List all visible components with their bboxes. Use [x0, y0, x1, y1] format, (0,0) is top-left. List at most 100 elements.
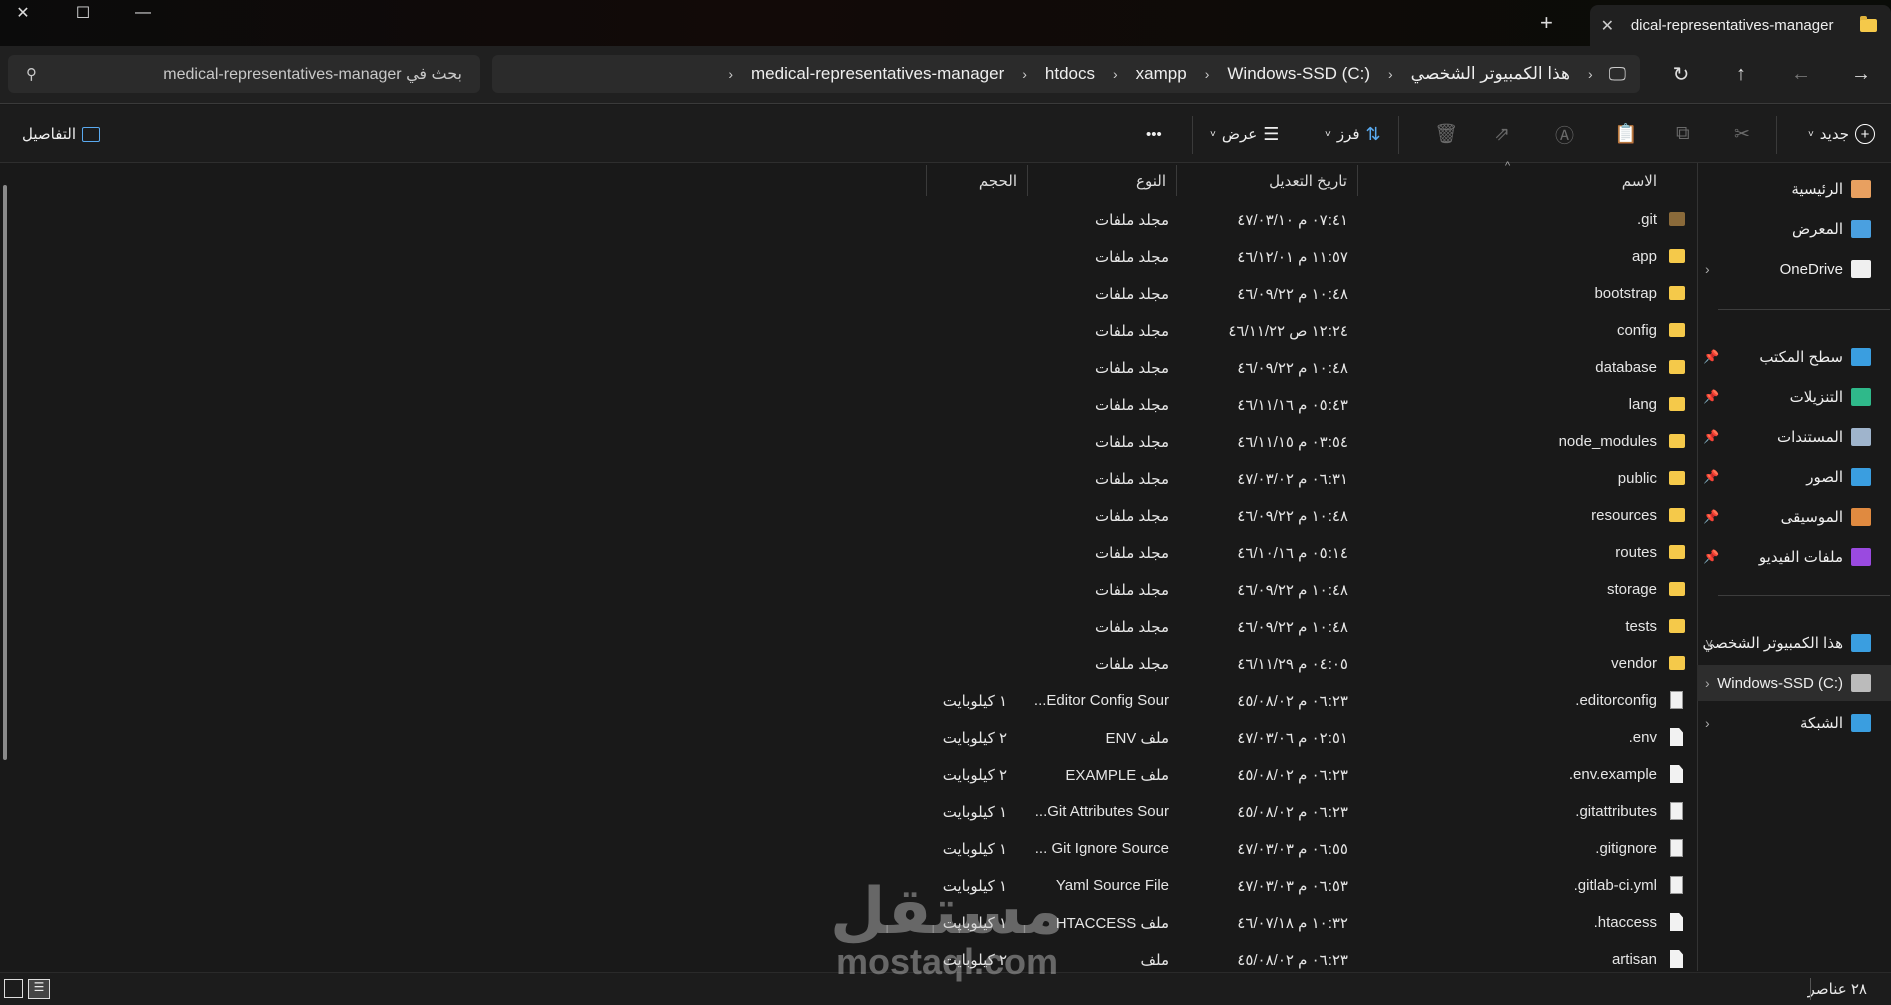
sidebar-item-desktop[interactable]: سطح المكتب 📌	[1697, 339, 1891, 375]
file-row[interactable]: .editorconfig ٠٦:٢٣ م ٤٥/٠٨/٠٢ Editor Co…	[920, 682, 1697, 719]
pin-icon[interactable]: 📌	[1703, 389, 1719, 405]
cut-icon[interactable]: ✂	[1734, 118, 1750, 150]
chevron-icon[interactable]: ‹	[1582, 66, 1599, 82]
close-window-button[interactable]: ✕	[0, 0, 46, 26]
new-tab-button[interactable]: +	[1540, 10, 1553, 36]
chevron-icon[interactable]: ‹	[1107, 66, 1124, 82]
plus-icon: +	[1855, 124, 1875, 144]
chevron-icon[interactable]: ‹	[1199, 66, 1216, 82]
file-date: ١٠:٤٨ م ٤٦/٠٩/٢٢	[1237, 507, 1348, 525]
sort-button[interactable]: ⇅ فرز ˅	[1325, 118, 1381, 150]
breadcrumb-project[interactable]: medical-representatives-manager	[739, 64, 1016, 84]
search-input[interactable]: بحث في medical-representatives-manager ⚲	[8, 55, 480, 93]
view-button[interactable]: ☰ عرض ˅	[1210, 118, 1279, 150]
file-name: storage	[1606, 581, 1657, 598]
folder-icon	[1669, 508, 1685, 522]
chevron-icon[interactable]: ‹	[722, 66, 739, 82]
file-type: Editor Config Sour...	[1033, 692, 1169, 709]
desktop-icon	[1851, 348, 1871, 366]
column-header-date[interactable]: تاريخ التعديل	[1176, 165, 1357, 196]
file-row[interactable]: lang ٠٥:٤٣ م ٤٦/١١/١٦ مجلد ملفات	[920, 386, 1697, 423]
file-row[interactable]: routes ٠٥:١٤ م ٤٦/١٠/١٦ مجلد ملفات	[920, 534, 1697, 571]
file-row[interactable]: .git ٠٧:٤١ م ٤٧/٠٣/١٠ مجلد ملفات	[920, 201, 1697, 238]
sidebar-item-drive[interactable]: Windows-SSD (C:) ‹	[1697, 665, 1891, 701]
chevron-icon[interactable]: ˅	[1705, 635, 1713, 651]
sidebar-item-music[interactable]: الموسيقى 📌	[1697, 499, 1891, 535]
file-date: ٠٦:٣١ م ٤٧/٠٣/٠٢	[1237, 470, 1348, 488]
pin-icon[interactable]: 📌	[1703, 509, 1719, 525]
list-view-toggle[interactable]: ☰	[28, 979, 50, 999]
sidebar-item-documents[interactable]: المستندات 📌	[1697, 419, 1891, 455]
sidebar-item-gallery[interactable]: المعرض	[1697, 211, 1891, 247]
sidebar-item-pictures[interactable]: الصور 📌	[1697, 459, 1891, 495]
breadcrumb-htdocs[interactable]: htdocs	[1033, 64, 1107, 84]
breadcrumb-xampp[interactable]: xampp	[1124, 64, 1199, 84]
file-date: ١٠:٤٨ م ٤٦/٠٩/٢٢	[1237, 581, 1348, 599]
delete-icon[interactable]: 🗑	[1434, 118, 1458, 150]
more-button[interactable]: •••	[1146, 118, 1162, 150]
sidebar-item-network[interactable]: الشبكة ‹	[1697, 705, 1891, 741]
chevron-icon[interactable]: ‹	[1705, 675, 1710, 691]
file-name: routes	[1615, 544, 1657, 561]
chevron-icon[interactable]: ‹	[1382, 66, 1399, 82]
copy-icon[interactable]: ⧉	[1676, 118, 1690, 150]
file-type: مجلد ملفات	[1094, 322, 1169, 340]
back-button[interactable]: →	[1843, 58, 1879, 90]
file-row[interactable]: resources ١٠:٤٨ م ٤٦/٠٩/٢٢ مجلد ملفات	[920, 497, 1697, 534]
file-date: ١٠:٤٨ م ٤٦/٠٩/٢٢	[1237, 618, 1348, 636]
file-row[interactable]: tests ١٠:٤٨ م ٤٦/٠٩/٢٢ مجلد ملفات	[920, 608, 1697, 645]
pin-icon[interactable]: 📌	[1703, 549, 1719, 565]
file-row[interactable]: public ٠٦:٣١ م ٤٧/٠٣/٠٢ مجلد ملفات	[920, 460, 1697, 497]
close-tab-button[interactable]: ✕	[1601, 16, 1614, 36]
minimize-button[interactable]: —	[120, 0, 166, 26]
up-button[interactable]: ↑	[1723, 58, 1759, 90]
chevron-icon[interactable]: ‹	[1705, 715, 1710, 731]
column-header-name[interactable]: الاسم	[1357, 165, 1677, 196]
breadcrumb-drive[interactable]: Windows-SSD (C:)	[1215, 64, 1382, 84]
sidebar-item-label: الشبكة	[1800, 715, 1843, 732]
pictures-icon	[1851, 468, 1871, 486]
file-size: ١ كيلوبايت	[942, 803, 1007, 821]
scrollbar[interactable]	[3, 185, 7, 760]
file-row[interactable]: database ١٠:٤٨ م ٤٦/٠٩/٢٢ مجلد ملفات	[920, 349, 1697, 386]
sidebar-item-home[interactable]: الرئيسية	[1697, 171, 1891, 207]
share-icon[interactable]: ⇗	[1494, 118, 1510, 150]
file-date: ٠٦:٥٥ م ٤٧/٠٣/٠٣	[1237, 840, 1348, 858]
chevron-icon[interactable]: ‹	[1016, 66, 1033, 82]
pin-icon[interactable]: 📌	[1703, 429, 1719, 445]
sidebar-item-onedrive[interactable]: OneDrive ‹	[1697, 251, 1891, 287]
column-header-type[interactable]: النوع	[1027, 165, 1176, 196]
sidebar-item-downloads[interactable]: التنزيلات 📌	[1697, 379, 1891, 415]
breadcrumb-this-pc[interactable]: هذا الكمبيوتر الشخصي	[1399, 64, 1582, 84]
file-row[interactable]: vendor ٠٤:٠٥ م ٤٦/١١/٢٩ مجلد ملفات	[920, 645, 1697, 682]
details-button[interactable]: التفاصيل	[22, 118, 101, 150]
file-row[interactable]: app ١١:٥٧ م ٤٦/١٢/٠١ مجلد ملفات	[920, 238, 1697, 275]
sidebar-item-videos[interactable]: ملفات الفيديو 📌	[1697, 539, 1891, 575]
refresh-button[interactable]: ↻	[1663, 58, 1699, 90]
file-row[interactable]: .env ٠٢:٥١ م ٤٧/٠٣/٠٦ ملف ENV ٢ كيلوبايت	[920, 719, 1697, 756]
file-row[interactable]: .env.example ٠٦:٢٣ م ٤٥/٠٨/٠٢ ملف EXAMPL…	[920, 756, 1697, 793]
music-icon	[1851, 508, 1871, 526]
file-name: tests	[1625, 618, 1657, 635]
paste-icon[interactable]: 📋	[1614, 118, 1638, 150]
tab-active[interactable]: medical-representatives-manager ✕	[1590, 5, 1891, 46]
pin-icon[interactable]: 📌	[1703, 469, 1719, 485]
file-row[interactable]: node_modules ٠٣:٥٤ م ٤٦/١١/١٥ مجلد ملفات	[920, 423, 1697, 460]
file-row[interactable]: config ١٢:٢٤ ص ٤٦/١١/٢٢ مجلد ملفات	[920, 312, 1697, 349]
rename-icon[interactable]: Ⓐ	[1555, 118, 1574, 150]
breadcrumb[interactable]: 🖵 ‹ هذا الكمبيوتر الشخصي ‹ Windows-SSD (…	[492, 55, 1640, 93]
file-row[interactable]: .gitignore ٠٦:٥٥ م ٤٧/٠٣/٠٣ Git Ignore S…	[920, 830, 1697, 867]
details-view-toggle[interactable]	[4, 979, 23, 998]
file-row[interactable]: bootstrap ١٠:٤٨ م ٤٦/٠٩/٢٢ مجلد ملفات	[920, 275, 1697, 312]
sidebar-item-pc[interactable]: هذا الكمبيوتر الشخصي ˅	[1697, 625, 1891, 661]
chevron-icon[interactable]: ‹	[1705, 261, 1710, 277]
file-row[interactable]: .gitattributes ٠٦:٢٣ م ٤٥/٠٨/٠٢ Git Attr…	[920, 793, 1697, 830]
pin-icon[interactable]: 📌	[1703, 349, 1719, 365]
column-header-size[interactable]: الحجم	[926, 165, 1027, 196]
file-row[interactable]: storage ١٠:٤٨ م ٤٦/٠٩/٢٢ مجلد ملفات	[920, 571, 1697, 608]
documents-icon	[1851, 428, 1871, 446]
forward-button[interactable]: ←	[1783, 58, 1819, 90]
file-type: مجلد ملفات	[1094, 359, 1169, 377]
maximize-button[interactable]: ☐	[60, 0, 106, 26]
new-button[interactable]: + جديد ˅	[1808, 118, 1875, 150]
